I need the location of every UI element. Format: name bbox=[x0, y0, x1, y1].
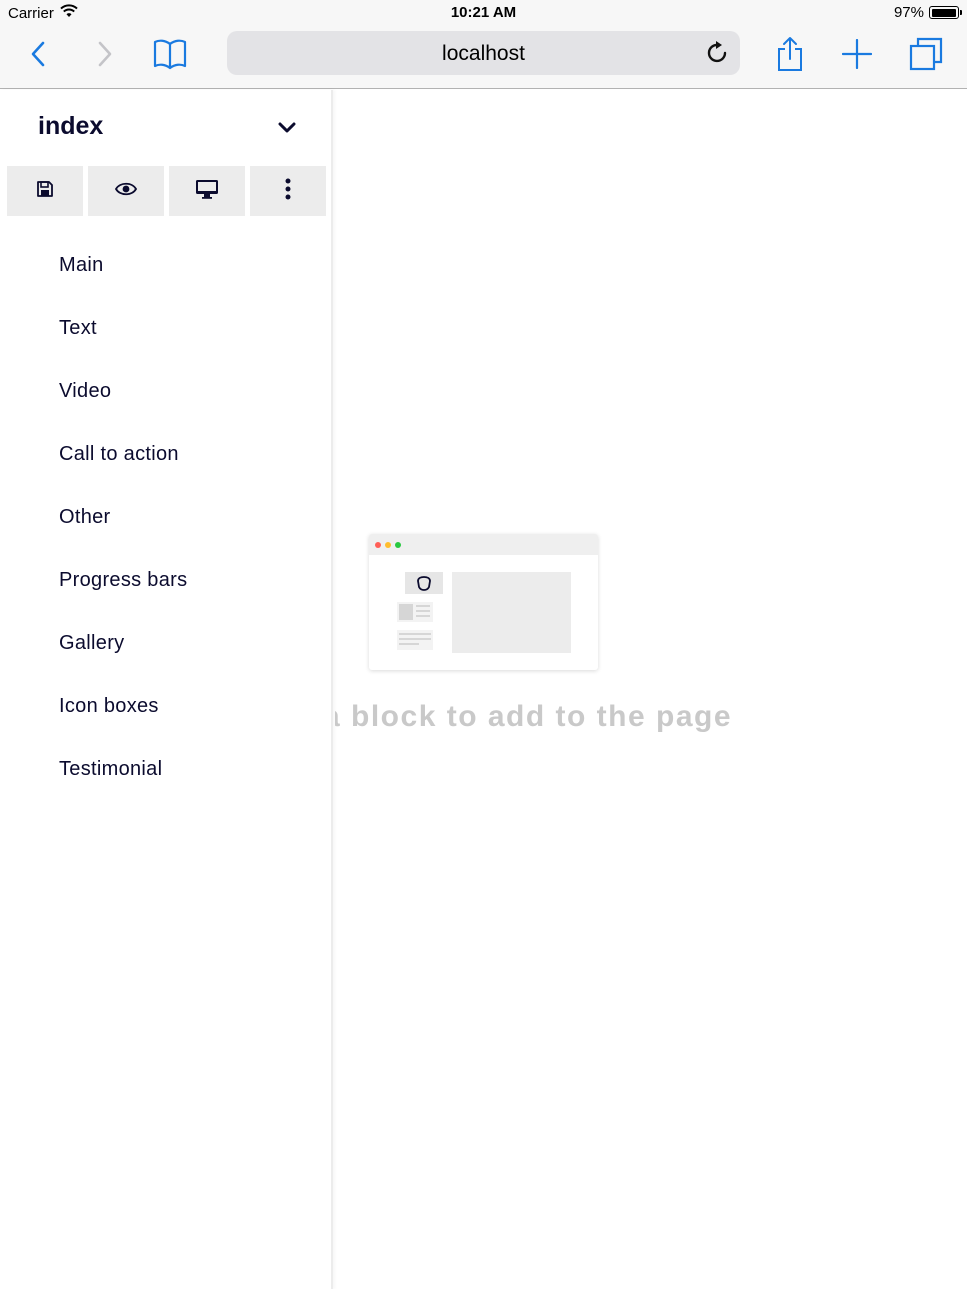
save-button[interactable] bbox=[7, 166, 83, 216]
preview-eye-icon bbox=[114, 182, 138, 201]
window-titlebar bbox=[369, 534, 598, 555]
new-tab-icon[interactable] bbox=[837, 34, 877, 74]
page-canvas[interactable]: a block to add to the page bbox=[335, 90, 967, 1289]
window-dot-yellow bbox=[385, 541, 391, 548]
placeholder-image bbox=[452, 572, 571, 653]
share-icon[interactable] bbox=[770, 34, 810, 74]
block-category-item[interactable]: Progress bars bbox=[59, 569, 187, 632]
block-category-item[interactable]: Main bbox=[59, 254, 187, 317]
chevron-down-icon[interactable] bbox=[274, 116, 300, 140]
battery-level bbox=[931, 8, 956, 17]
battery-group: 97% bbox=[893, 4, 962, 21]
browser-toolbar: localhost bbox=[0, 26, 967, 89]
empty-page-illustration bbox=[369, 534, 598, 670]
hand-pointer-icon bbox=[405, 572, 443, 594]
save-icon bbox=[36, 180, 54, 203]
reload-icon[interactable] bbox=[704, 39, 732, 67]
back-icon[interactable] bbox=[18, 34, 58, 74]
text-block-icon bbox=[397, 630, 433, 650]
builder-sidebar: index Main Text Video Call to action Oth… bbox=[0, 90, 333, 1289]
page-title: index bbox=[38, 112, 104, 140]
tabs-icon[interactable] bbox=[906, 34, 946, 74]
preview-button[interactable] bbox=[88, 166, 164, 216]
desktop-view-icon bbox=[195, 179, 219, 204]
forward-icon[interactable] bbox=[85, 34, 125, 74]
block-category-item[interactable]: Testimonial bbox=[59, 758, 187, 821]
more-options-button[interactable] bbox=[250, 166, 326, 216]
desktop-view-button[interactable] bbox=[169, 166, 245, 216]
block-category-item[interactable]: Gallery bbox=[59, 632, 187, 695]
block-category-item[interactable]: Icon boxes bbox=[59, 695, 187, 758]
window-dot-red bbox=[375, 541, 381, 548]
block-category-list: Main Text Video Call to action Other Pro… bbox=[59, 254, 187, 821]
window-dot-green bbox=[395, 541, 401, 548]
status-bar: Carrier 10:21 AM 97% bbox=[0, 0, 967, 26]
sidebar-action-bar bbox=[7, 166, 326, 216]
battery-icon bbox=[929, 6, 962, 19]
address-bar[interactable]: localhost bbox=[227, 31, 740, 75]
bookmarks-icon[interactable] bbox=[150, 34, 190, 74]
clock: 10:21 AM bbox=[450, 4, 517, 21]
block-category-item[interactable]: Call to action bbox=[59, 443, 187, 506]
block-category-item[interactable]: Text bbox=[59, 317, 187, 380]
more-vertical-icon bbox=[285, 178, 291, 205]
block-category-item[interactable]: Other bbox=[59, 506, 187, 569]
image-text-block-icon bbox=[397, 602, 433, 622]
url-text: localhost bbox=[442, 42, 525, 65]
empty-canvas-hint: a block to add to the page bbox=[335, 700, 733, 733]
block-category-item[interactable]: Video bbox=[59, 380, 187, 443]
battery-percent: 97% bbox=[893, 4, 924, 21]
